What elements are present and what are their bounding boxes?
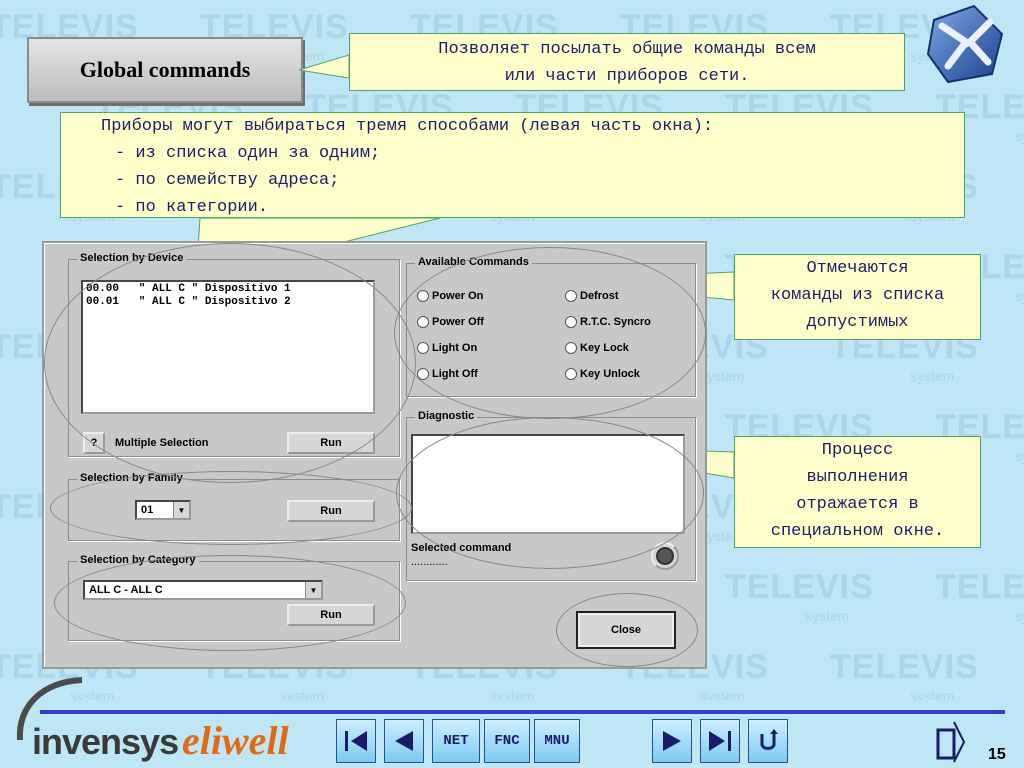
led-indicator — [656, 547, 674, 565]
callout-line: - по категории. — [115, 198, 269, 217]
watermark-sub: system — [700, 688, 745, 700]
callout-line: Отмечаются — [806, 259, 909, 278]
skip-end-icon — [709, 731, 731, 751]
group-legend: Diagnostic — [415, 410, 478, 422]
watermark-sub: system — [280, 688, 325, 700]
exit-door-icon[interactable] — [936, 718, 968, 764]
callout-commands: Отмечаются команды из списка допустимых — [734, 254, 981, 340]
eliwell-logo: eliwell — [182, 718, 289, 763]
callout-line: специальном окне. — [770, 522, 945, 541]
net-button[interactable]: NET — [432, 719, 480, 763]
watermark-sub: system — [1015, 128, 1024, 144]
callout-line: - из списка один за одним; — [115, 144, 381, 163]
watermark-sub: system — [1015, 448, 1024, 464]
watermark-sub: system — [1015, 608, 1024, 624]
watermark-sub: system — [805, 608, 850, 624]
highlight-ellipse — [50, 471, 412, 545]
return-button[interactable] — [748, 719, 788, 763]
selected-command-value: ............ — [411, 556, 448, 568]
callout-selection-methods: Приборы могут выбираться тремя способами… — [60, 112, 965, 218]
callout-diagnostic: Процесс выполнения отражается в специаль… — [734, 436, 981, 548]
watermark-sub: system — [490, 688, 535, 700]
watermark-sub: system — [910, 368, 955, 384]
callout-line: Приборы могут выбираться тремя способами… — [101, 117, 714, 136]
highlight-ellipse — [556, 593, 698, 667]
next-slide-button[interactable] — [652, 719, 692, 763]
callout-description: Позволяет посылать общие команды всем ил… — [349, 33, 905, 91]
watermark-brand: TELEVIS — [830, 648, 979, 686]
callout-line: выполнения — [806, 468, 909, 487]
highlight-ellipse — [396, 417, 704, 569]
arrow-right-icon — [663, 731, 681, 751]
previous-slide-button[interactable] — [384, 719, 424, 763]
slide-title-text: Global commands — [79, 57, 251, 82]
highlight-ellipse — [54, 555, 406, 651]
last-slide-button[interactable] — [700, 719, 740, 763]
watermark-sub: system — [910, 688, 955, 700]
footer-divider — [40, 710, 1005, 714]
arrow-left-icon — [395, 731, 413, 751]
first-slide-button[interactable] — [336, 719, 376, 763]
callout-line: допустимых — [806, 313, 909, 332]
callout-line: Процесс — [821, 441, 894, 460]
slide-title: Global commands — [27, 37, 303, 103]
skip-start-icon — [345, 731, 367, 751]
watermark-brand: TELEVIS — [725, 568, 874, 606]
highlight-ellipse — [394, 247, 706, 419]
callout-line: отражается в — [796, 495, 919, 514]
mnu-button[interactable]: MNU — [534, 719, 580, 763]
callout-line: или части приборов сети. — [504, 67, 750, 86]
page-number: 15 — [988, 746, 1006, 763]
return-icon — [760, 729, 778, 750]
callout-line: - по семейству адреса; — [115, 171, 340, 190]
televis-logo-icon — [926, 4, 1004, 84]
invensys-logo: invensys — [32, 721, 179, 762]
highlight-ellipse — [44, 243, 416, 483]
fnc-button[interactable]: FNC — [484, 719, 530, 763]
callout-line: команды из списка — [770, 286, 945, 305]
watermark-sub: system — [1015, 288, 1024, 304]
callout-line: Позволяет посылать общие команды всем — [438, 40, 816, 59]
global-commands-dialog: Selection by Device 00.00 " ALL C " Disp… — [42, 241, 707, 669]
watermark-brand: TELEVIS — [935, 568, 1024, 606]
